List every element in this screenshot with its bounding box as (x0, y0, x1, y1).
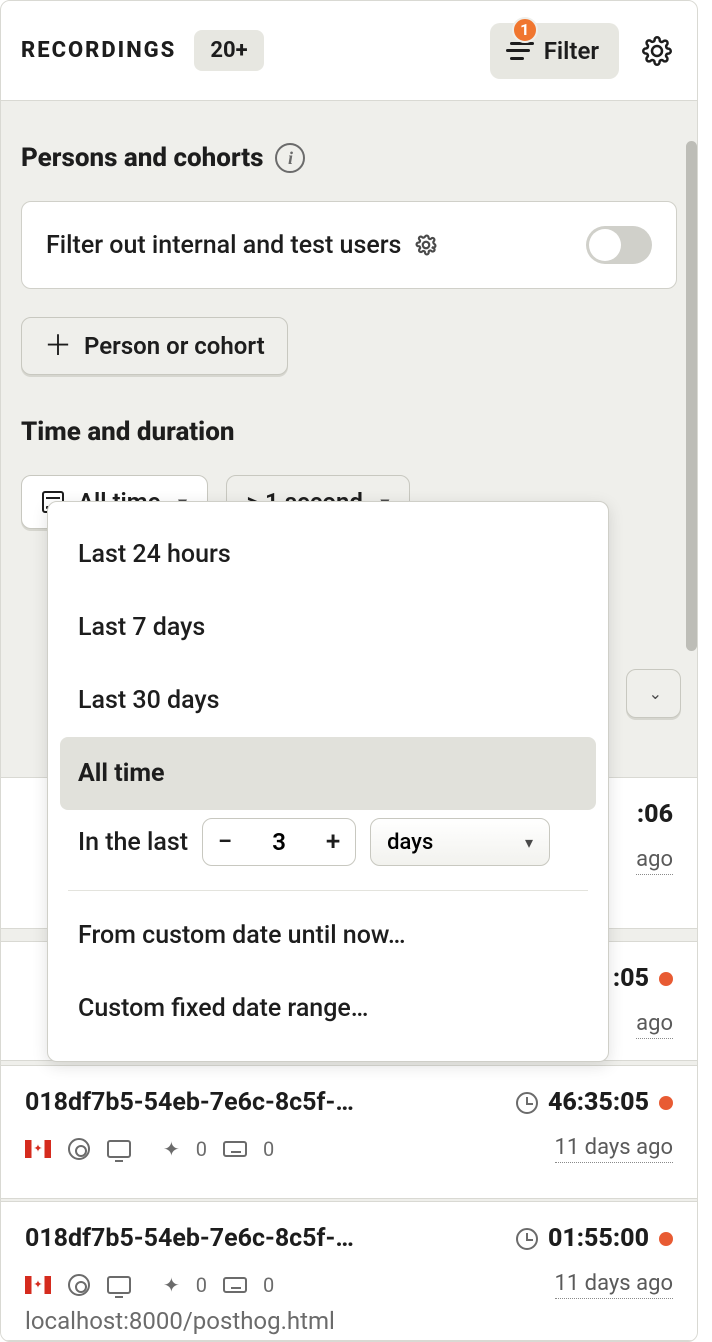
status-bar-url: localhost:8000/posthog.html (25, 1307, 335, 1335)
gear-icon (642, 36, 672, 66)
flag-canada-icon (25, 1276, 51, 1294)
recording-duration-partial: :05 (613, 964, 649, 993)
popover-divider (68, 890, 588, 891)
key-count: 0 (263, 1273, 274, 1297)
browser-chrome-icon (67, 1137, 91, 1161)
in-the-last-unit-select[interactable]: days ▾ (370, 818, 550, 866)
persons-cohorts-section-title: Persons and cohorts i (21, 143, 677, 173)
date-range-popover: Last 24 hours Last 7 days Last 30 days A… (47, 501, 609, 1062)
scrollbar[interactable] (686, 141, 697, 651)
device-desktop-icon (107, 1273, 131, 1297)
keyboard-icon (223, 1137, 247, 1161)
clock-icon (516, 1092, 538, 1114)
recording-metadata-icons: ✦ 0 0 (25, 1273, 274, 1297)
stepper-value[interactable]: 3 (247, 828, 311, 856)
flag-canada-icon (25, 1140, 51, 1158)
date-option-in-the-last: In the last − 3 + days ▾ (60, 810, 596, 884)
filter-button[interactable]: 1 Filter (490, 23, 619, 79)
recording-time-ago: 11 days ago (555, 1135, 674, 1163)
click-count: 0 (196, 1137, 207, 1161)
stepper-decrement[interactable]: − (203, 819, 247, 865)
recording-metadata-icons: ✦ 0 0 (25, 1137, 274, 1161)
filter-icon (510, 42, 534, 60)
time-duration-section-title: Time and duration (21, 417, 677, 447)
in-the-last-stepper: − 3 + (202, 818, 356, 866)
date-option-last-30-days[interactable]: Last 30 days (60, 664, 596, 737)
gear-icon[interactable] (413, 232, 439, 258)
recording-id: 018df7b5-54eb-7e6c-8c5f-… (25, 1224, 354, 1253)
dropdown-behind-popover[interactable]: ⌄ (626, 669, 681, 718)
toggle-knob (589, 229, 621, 261)
recording-row[interactable]: 018df7b5-54eb-7e6c-8c5f-… 46:35:05 ✦ 0 0… (1, 1065, 697, 1199)
date-option-from-custom-until-now[interactable]: From custom date until now… (60, 899, 596, 972)
info-icon[interactable]: i (275, 143, 305, 173)
keyboard-icon (223, 1273, 247, 1297)
clock-icon (516, 1228, 538, 1250)
recording-list-header: RECORDINGS 20+ 1 Filter (1, 1, 697, 101)
plus-icon: ＋ (44, 332, 72, 360)
stepper-increment[interactable]: + (311, 819, 355, 865)
browser-chrome-icon (67, 1273, 91, 1297)
date-option-last-7-days[interactable]: Last 7 days (60, 591, 596, 664)
recordings-title: RECORDINGS (21, 38, 176, 63)
add-person-or-cohort-button[interactable]: ＋ Person or cohort (21, 317, 288, 375)
live-indicator-icon (659, 1232, 673, 1246)
recording-duration: 01:55:00 (548, 1224, 649, 1253)
recording-duration-partial: :06 (637, 800, 673, 829)
date-option-last-24-hours[interactable]: Last 24 hours (60, 518, 596, 591)
filter-button-label: Filter (544, 37, 599, 65)
recording-time-ago: ago (636, 1011, 673, 1039)
recording-time-ago: ago (636, 847, 673, 875)
recordings-count-badge: 20+ (194, 30, 263, 71)
recording-time-ago: 11 days ago (555, 1271, 674, 1299)
chevron-down-icon: ▾ (525, 833, 533, 852)
live-indicator-icon (659, 972, 673, 986)
recording-duration: 46:35:05 (548, 1088, 649, 1117)
key-count: 0 (263, 1137, 274, 1161)
filter-internal-users-toggle[interactable] (586, 226, 652, 264)
filter-internal-users-label: Filter out internal and test users (46, 231, 401, 260)
date-option-custom-fixed-range[interactable]: Custom fixed date range… (60, 972, 596, 1045)
device-desktop-icon (107, 1137, 131, 1161)
date-option-all-time[interactable]: All time (60, 737, 596, 810)
click-count-icon: ✦ (163, 1137, 180, 1161)
click-count: 0 (196, 1273, 207, 1297)
filter-count-badge: 1 (512, 17, 538, 43)
recording-id: 018df7b5-54eb-7e6c-8c5f-… (25, 1088, 354, 1117)
settings-button[interactable] (637, 31, 677, 71)
click-count-icon: ✦ (163, 1273, 180, 1297)
chevron-down-icon: ⌄ (649, 684, 662, 703)
live-indicator-icon (659, 1096, 673, 1110)
filter-internal-users-card: Filter out internal and test users (21, 201, 677, 289)
